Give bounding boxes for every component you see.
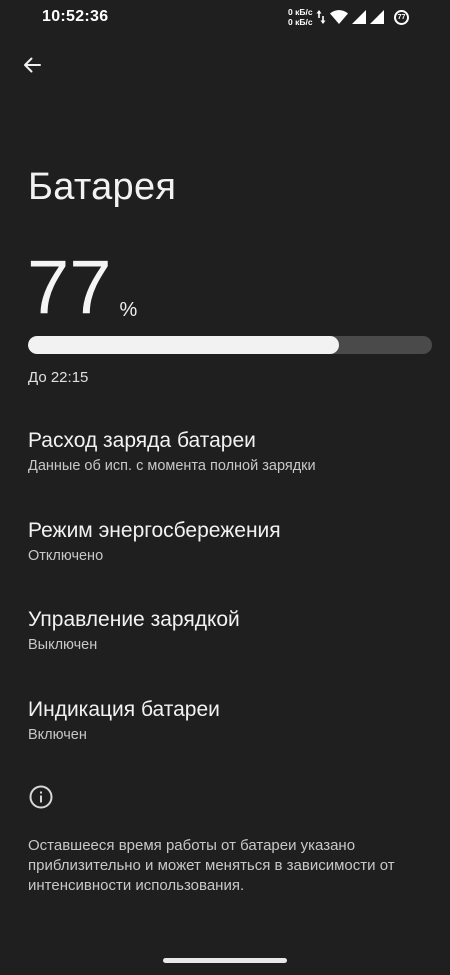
cell-signal-2-icon: [370, 10, 384, 24]
battery-status-icon: 77: [394, 9, 409, 25]
network-speed-down: 0 кБ/с: [288, 17, 313, 27]
status-time: 10:52:36: [42, 8, 109, 25]
setting-title: Индикация батареи: [28, 698, 220, 721]
arrow-back-icon: [24, 57, 41, 73]
setting-summary: Данные об исп. с момента полной зарядки: [28, 458, 316, 474]
battery-status-badge: 77: [396, 11, 407, 23]
setting-battery-indicator[interactable]: Индикация батареи Включен: [28, 697, 428, 743]
cell-signal-icon: [352, 10, 366, 24]
setting-summary: Включен: [28, 727, 87, 743]
battery-info-text: Оставшееся время работы от батареи указа…: [28, 837, 395, 894]
back-button[interactable]: [14, 47, 50, 83]
setting-charging-control[interactable]: Управление зарядкой Выключен: [28, 607, 428, 653]
battery-level-unit: %: [119, 299, 138, 321]
setting-title: Режим энергосбережения: [28, 519, 281, 542]
setting-battery-saver[interactable]: Режим энергосбережения Отключено: [28, 518, 428, 564]
setting-summary: Выключен: [28, 637, 98, 653]
network-speed-up: 0 кБ/с: [288, 7, 313, 17]
setting-summary: Отключено: [28, 548, 104, 564]
setting-title: Расход заряда батареи: [28, 429, 256, 452]
status-bar: 10:52:36 0 кБ/с 0 кБ/с 77: [0, 0, 450, 36]
battery-progress-fill: [28, 336, 340, 354]
wifi-icon: [330, 10, 348, 24]
page-title: Батарея: [28, 166, 177, 208]
network-speed: 0 кБ/с 0 кБ/с: [288, 7, 313, 27]
data-transfer-icon: [316, 10, 326, 24]
status-icons: 77: [316, 8, 409, 26]
setting-title: Управление зарядкой: [28, 608, 240, 631]
setting-battery-usage[interactable]: Расход заряда батареи Данные об исп. с м…: [28, 428, 428, 474]
battery-progress-bar: [28, 336, 432, 354]
home-indicator[interactable]: [163, 958, 287, 963]
battery-level: 77 %: [27, 250, 137, 326]
battery-level-number: 77: [27, 245, 112, 330]
info-icon: [29, 785, 53, 809]
battery-remaining-time: До 22:15: [28, 369, 89, 386]
